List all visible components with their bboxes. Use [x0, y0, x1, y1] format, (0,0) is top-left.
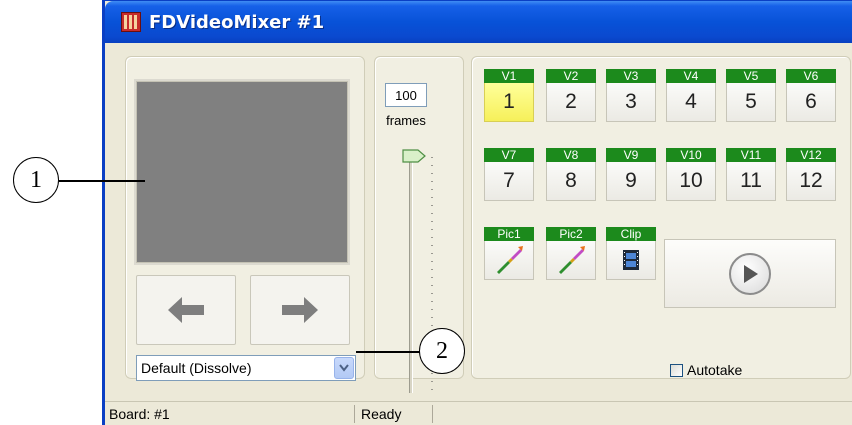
arrow-left-icon — [168, 297, 204, 323]
source-button-v12[interactable]: V12 12 — [786, 148, 836, 201]
play-button[interactable] — [664, 239, 836, 308]
slider-thumb[interactable] — [402, 149, 426, 163]
previous-button[interactable] — [136, 275, 236, 345]
source-number: 9 — [606, 162, 656, 201]
next-button[interactable] — [250, 275, 350, 345]
source-button-v3[interactable]: V3 3 — [606, 69, 656, 122]
sources-group: V1 1 V2 2 V3 3 V4 4 V5 5 V6 6 V7 7 V8 8 V9 9 V10 10 V11 11 V12… — [471, 56, 851, 379]
source-label: V8 — [546, 148, 596, 162]
source-button-v7[interactable]: V7 7 — [484, 148, 534, 201]
window-title: FDVideoMixer #1 — [149, 11, 325, 33]
autotake-label: Autotake — [687, 362, 743, 378]
chevron-down-icon — [339, 364, 349, 372]
callout-1-leader — [59, 180, 145, 182]
frames-input[interactable]: 100 — [385, 83, 427, 107]
source-button-v11[interactable]: V11 11 — [726, 148, 776, 201]
media-button-clip[interactable]: Clip — [606, 227, 656, 280]
brush-icon — [484, 241, 534, 280]
source-number: 6 — [786, 83, 836, 122]
callout-2-leader — [356, 351, 420, 353]
autotake-checkbox-box[interactable] — [670, 363, 683, 377]
source-label: V10 — [666, 148, 716, 162]
source-number: 5 — [726, 83, 776, 122]
slider-track[interactable] — [409, 153, 413, 393]
arrow-right-icon — [282, 297, 318, 323]
source-button-v4[interactable]: V4 4 — [666, 69, 716, 122]
source-label: V4 — [666, 69, 716, 83]
media-button-pic1[interactable]: Pic1 — [484, 227, 534, 280]
source-number: 11 — [726, 162, 776, 201]
source-label: V12 — [786, 148, 836, 162]
transition-select-value: Default (Dissolve) — [141, 360, 252, 376]
callout-1: 1 — [13, 157, 59, 203]
film-icon — [606, 241, 656, 280]
autotake-checkbox[interactable]: Autotake — [670, 362, 742, 378]
source-button-v5[interactable]: V5 5 — [726, 69, 776, 122]
client-area: Default (Dissolve) 100 frames V1 1 V2 2 V3 3 V… — [105, 43, 852, 401]
source-button-v1[interactable]: V1 1 — [484, 69, 534, 122]
source-button-v10[interactable]: V10 10 — [666, 148, 716, 201]
callout-2: 2 — [419, 328, 465, 374]
brush-icon — [546, 241, 596, 280]
source-label: V7 — [484, 148, 534, 162]
source-number: 7 — [484, 162, 534, 201]
status-board: Board: #1 — [107, 405, 355, 423]
source-label: V6 — [786, 69, 836, 83]
source-button-v6[interactable]: V6 6 — [786, 69, 836, 122]
source-label: V5 — [726, 69, 776, 83]
preview-screen — [136, 81, 348, 263]
play-icon — [729, 252, 771, 295]
media-label: Pic2 — [546, 227, 596, 241]
media-label: Clip — [606, 227, 656, 241]
source-label: V11 — [726, 148, 776, 162]
source-number: 3 — [606, 83, 656, 122]
source-number: 2 — [546, 83, 596, 122]
source-button-v8[interactable]: V8 8 — [546, 148, 596, 201]
status-state: Ready — [359, 405, 433, 423]
source-number: 1 — [484, 83, 534, 122]
media-button-pic2[interactable]: Pic2 — [546, 227, 596, 280]
source-label: V2 — [546, 69, 596, 83]
source-number: 8 — [546, 162, 596, 201]
source-number: 10 — [666, 162, 716, 201]
transition-select[interactable]: Default (Dissolve) — [136, 355, 356, 381]
preview-group: Default (Dissolve) — [125, 56, 365, 381]
status-bar: Board: #1 Ready — [105, 401, 852, 425]
source-label: V3 — [606, 69, 656, 83]
film-app-icon — [121, 12, 141, 32]
frames-label: frames — [386, 113, 426, 128]
source-number: 12 — [786, 162, 836, 201]
media-label: Pic1 — [484, 227, 534, 241]
source-label: V1 — [484, 69, 534, 83]
title-bar[interactable]: FDVideoMixer #1 — [105, 1, 852, 43]
source-button-v2[interactable]: V2 2 — [546, 69, 596, 122]
source-number: 4 — [666, 83, 716, 122]
mixer-window: FDVideoMixer #1 Default (Dissolve) 100 f… — [102, 0, 852, 425]
source-label: V9 — [606, 148, 656, 162]
dropdown-button[interactable] — [334, 357, 354, 379]
source-button-v9[interactable]: V9 9 — [606, 148, 656, 201]
